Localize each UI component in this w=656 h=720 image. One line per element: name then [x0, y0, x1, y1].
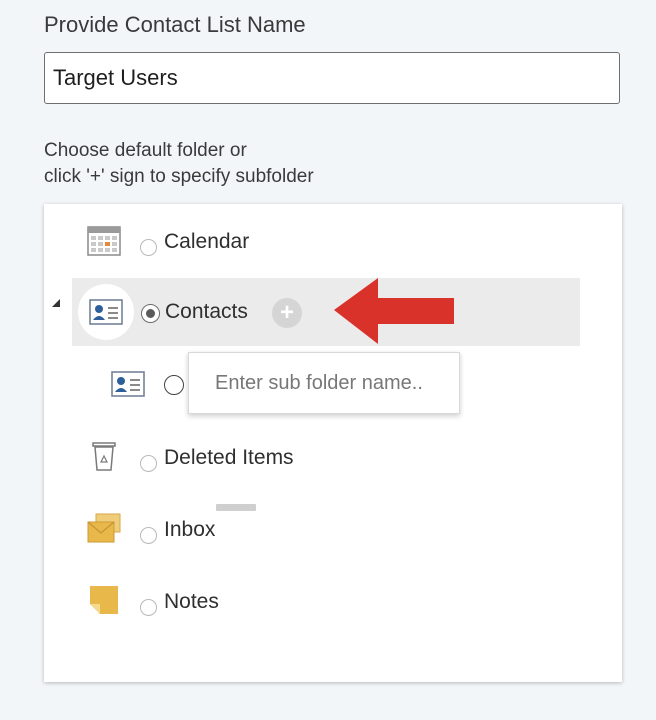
folder-hint-line-1: Choose default folder or [44, 140, 247, 161]
folder-hint-line-2: click '+' sign to specify subfolder [44, 166, 314, 187]
trash-can-icon [86, 438, 122, 474]
list-name-input[interactable] [44, 52, 620, 104]
sticky-note-icon [86, 582, 122, 618]
notes-label: Notes [164, 590, 219, 613]
subfolder-radio[interactable] [164, 375, 184, 395]
add-subfolder-button[interactable]: + [272, 298, 302, 328]
notes-radio[interactable] [140, 599, 157, 616]
calendar-icon [86, 222, 122, 258]
calendar-radio[interactable] [140, 239, 157, 256]
folder-item-deleted-items[interactable]: Deleted Items [44, 432, 622, 482]
deleted-items-radio[interactable] [140, 455, 157, 472]
inbox-radio[interactable] [140, 527, 157, 544]
calendar-label: Calendar [164, 230, 250, 253]
subfolder-icon [110, 366, 146, 402]
inbox-label: Inbox [164, 518, 216, 541]
list-name-label: Provide Contact List Name [44, 12, 306, 37]
envelopes-icon [86, 510, 122, 546]
contacts-radio[interactable] [141, 304, 160, 323]
deleted-items-label: Deleted Items [164, 446, 294, 469]
contact-card-icon [88, 294, 124, 330]
red-arrow-icon [330, 274, 460, 351]
folder-item-inbox[interactable]: Inbox [44, 504, 622, 554]
folder-item-calendar[interactable]: Calendar [44, 216, 622, 266]
contacts-label: Contacts [165, 300, 248, 323]
subfolder-name-input[interactable] [188, 352, 460, 414]
folder-tree-panel: Calendar Contacts + Enter sub folder nam… [44, 204, 622, 682]
folder-item-notes[interactable]: Notes [44, 576, 622, 626]
contacts-expander-icon[interactable] [52, 299, 60, 307]
folder-hint: Choose default folder or click '+' sign … [44, 138, 314, 190]
